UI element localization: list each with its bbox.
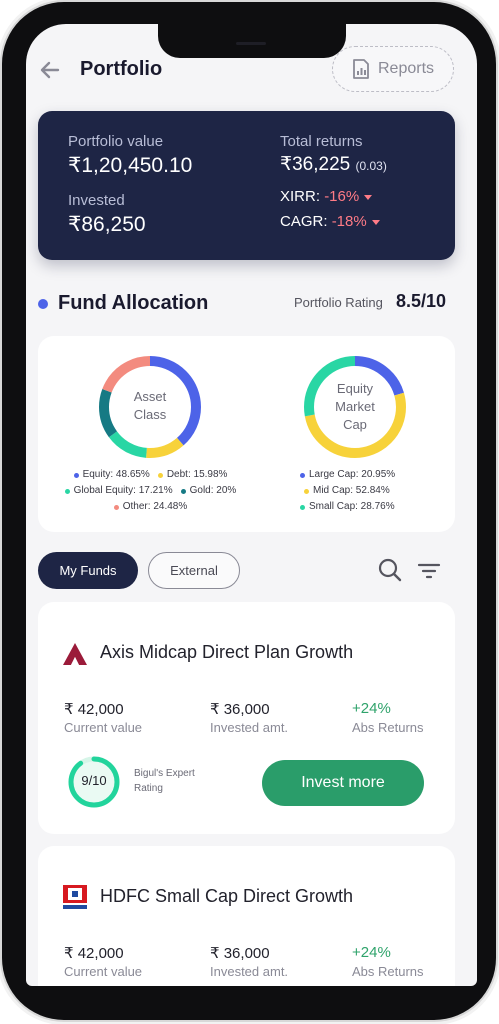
fund-name: Axis Midcap Direct Plan Growth bbox=[100, 642, 354, 662]
report-document-icon bbox=[353, 59, 369, 79]
fund-allocation-title: Fund Allocation bbox=[58, 292, 209, 314]
cagr-label: CAGR: bbox=[280, 213, 328, 230]
asset-class-label-line1: Asset bbox=[133, 389, 167, 404]
abs-returns-label: Abs Returns bbox=[352, 964, 424, 979]
section-bullet bbox=[38, 299, 48, 309]
expert-rating-label: Bigul's Expert Rating bbox=[134, 768, 195, 794]
fund-card-hdfc[interactable]: HDFC Small Cap Direct Growth ₹ 42,000 Cu… bbox=[38, 846, 455, 986]
allocation-card: Asset Class Equity Market Cap Equity: 48… bbox=[38, 336, 455, 532]
legend-global-equity: Global Equity: 17.21% bbox=[64, 483, 173, 499]
tab-external[interactable]: External bbox=[148, 552, 240, 589]
expert-rating-value: 9/10 bbox=[81, 773, 107, 788]
total-returns-label: Total returns bbox=[280, 133, 363, 150]
fund-card-axis[interactable]: Axis Midcap Direct Plan Growth ₹ 42,000 … bbox=[38, 602, 455, 834]
asset-class-label-line2: Class bbox=[133, 407, 167, 422]
invested-value: ₹86,250 bbox=[68, 213, 146, 236]
market-cap-label-line2: Market bbox=[335, 399, 375, 414]
total-returns-value: ₹36,225 (0.03) bbox=[280, 153, 387, 176]
invest-more-button[interactable]: Invest more bbox=[262, 760, 424, 806]
portfolio-rating-label: Portfolio Rating bbox=[294, 295, 383, 310]
xirr-metric: XIRR: -16% bbox=[280, 188, 373, 205]
invested-amount: ₹ 36,000 bbox=[210, 701, 270, 718]
speaker bbox=[236, 42, 266, 45]
invested-amount-label: Invested amt. bbox=[210, 720, 289, 735]
legend-gold: Gold: 20% bbox=[180, 483, 236, 499]
phone-frame: Portfolio Reports Portfolio value ₹1,20,… bbox=[2, 2, 496, 1020]
page-title: Portfolio bbox=[80, 58, 163, 80]
invested-amount-label: Invested amt. bbox=[210, 964, 289, 979]
portfolio-value: ₹1,20,450.10 bbox=[68, 154, 193, 177]
tab-my-funds[interactable]: My Funds bbox=[38, 552, 138, 589]
abs-returns: +24% bbox=[352, 700, 391, 717]
current-value: ₹ 42,000 bbox=[64, 701, 124, 718]
legend-other: Other: 24.48% bbox=[113, 499, 187, 515]
legend-large-cap: Large Cap: 20.95% bbox=[300, 467, 395, 483]
portfolio-rating-value: 8.5/10 bbox=[396, 291, 447, 311]
caret-down-icon bbox=[371, 219, 380, 225]
search-icon[interactable] bbox=[376, 556, 404, 584]
invested-label: Invested bbox=[68, 192, 125, 209]
app-screen: Portfolio Reports Portfolio value ₹1,20,… bbox=[26, 24, 477, 986]
abs-returns-label: Abs Returns bbox=[352, 720, 424, 735]
hdfc-bank-logo-icon bbox=[62, 884, 88, 910]
legend-equity: Equity: 48.65% bbox=[73, 467, 150, 483]
caret-down-icon bbox=[364, 194, 373, 200]
cagr-metric: CAGR: -18% bbox=[280, 213, 380, 230]
portfolio-value-label: Portfolio value bbox=[68, 133, 164, 150]
market-cap-label: Equity Market Cap bbox=[325, 380, 385, 434]
abs-returns: +24% bbox=[352, 944, 391, 961]
legend-small-cap: Small Cap: 28.76% bbox=[300, 499, 395, 515]
notch bbox=[158, 24, 346, 58]
cagr-value: -18% bbox=[331, 213, 367, 230]
xirr-value: -16% bbox=[324, 188, 360, 205]
fund-name: HDFC Small Cap Direct Growth bbox=[100, 886, 354, 906]
asset-class-legend: Equity: 48.65% Debt: 15.98% Global Equit… bbox=[38, 467, 263, 515]
reports-button[interactable]: Reports bbox=[332, 46, 454, 92]
xirr-label: XIRR: bbox=[280, 188, 321, 205]
current-value-label: Current value bbox=[64, 720, 143, 735]
market-cap-label-line1: Equity bbox=[336, 381, 374, 396]
reports-label: Reports bbox=[377, 60, 435, 77]
legend-mid-cap: Mid Cap: 52.84% bbox=[304, 483, 390, 499]
total-returns-amount: ₹36,225 bbox=[280, 154, 351, 175]
total-returns-change: (0.03) bbox=[355, 159, 387, 173]
market-cap-label-line3: Cap bbox=[343, 417, 367, 432]
axis-logo-icon bbox=[63, 643, 87, 665]
portfolio-summary-card: Portfolio value ₹1,20,450.10 Invested ₹8… bbox=[38, 111, 455, 260]
current-value-label: Current value bbox=[64, 964, 143, 979]
back-arrow-icon[interactable] bbox=[36, 56, 64, 84]
asset-class-label: Asset Class bbox=[120, 388, 180, 424]
market-cap-legend: Large Cap: 20.95% Mid Cap: 52.84% Small … bbox=[300, 467, 410, 515]
filter-icon[interactable] bbox=[417, 559, 441, 583]
invested-amount: ₹ 36,000 bbox=[210, 945, 270, 962]
current-value: ₹ 42,000 bbox=[64, 945, 124, 962]
legend-debt: Debt: 15.98% bbox=[157, 467, 227, 483]
